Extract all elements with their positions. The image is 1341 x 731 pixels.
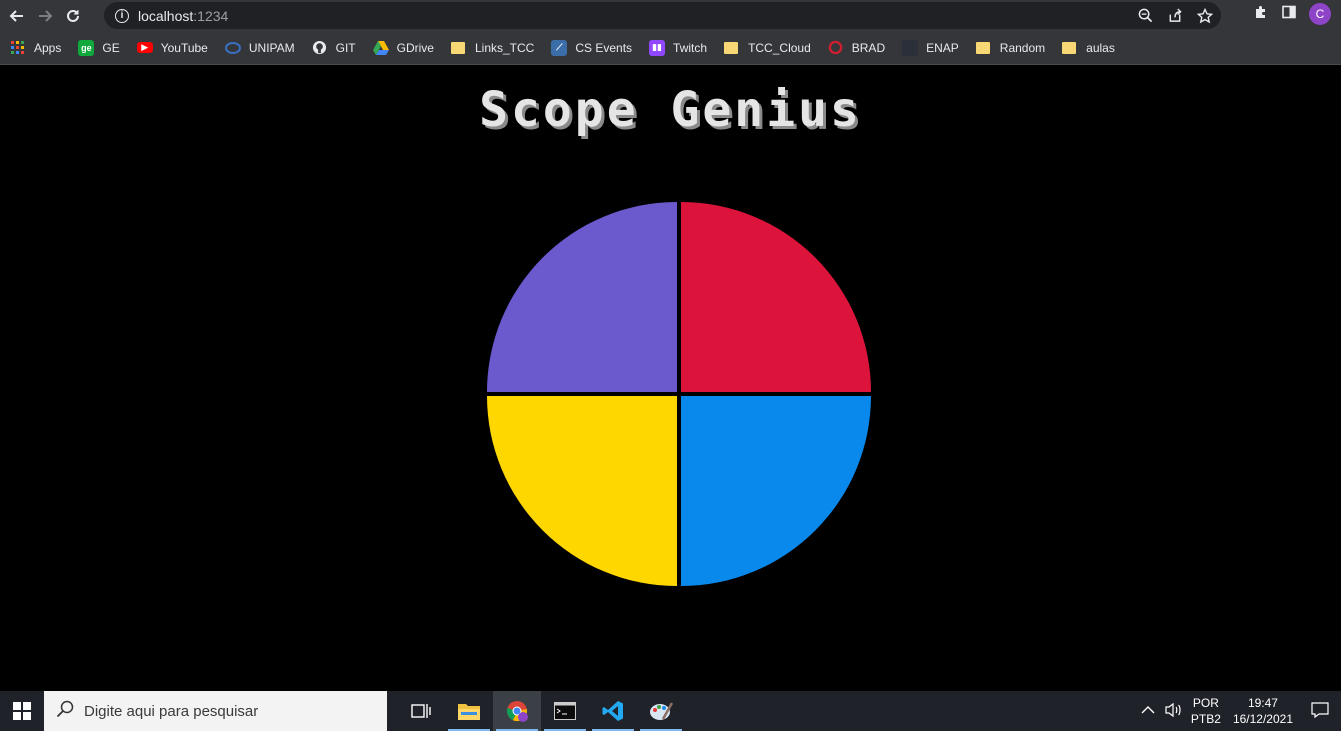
gdrive-icon: [372, 40, 389, 56]
back-icon[interactable]: [6, 5, 28, 27]
extensions-puzzle-icon[interactable]: [1253, 4, 1269, 25]
notifications-icon[interactable]: [1303, 701, 1337, 721]
bookmark-unipam[interactable]: UNIPAM: [224, 40, 295, 56]
chevron-up-icon[interactable]: [1141, 704, 1155, 718]
address-bar[interactable]: i localhost:1234: [104, 2, 1221, 29]
url-text: localhost:1234: [138, 7, 229, 24]
bookmark-ge[interactable]: ge GE: [78, 39, 120, 56]
folder-icon: [1062, 41, 1077, 54]
task-view-icon[interactable]: [397, 691, 445, 731]
game-page: Scope Genius: [0, 66, 1341, 691]
bookmark-random[interactable]: Random: [975, 41, 1045, 55]
language-indicator[interactable]: POR PTB2: [1191, 695, 1221, 727]
file-explorer-icon[interactable]: [445, 691, 493, 731]
taskbar-search-input[interactable]: Digite aqui para pesquisar: [44, 691, 387, 731]
apps-grid-icon: [10, 40, 26, 56]
chrome-icon[interactable]: [493, 691, 541, 731]
forward-icon[interactable]: [34, 5, 56, 27]
reload-icon[interactable]: [62, 5, 84, 27]
paint-icon[interactable]: [637, 691, 685, 731]
quadrant-yellow[interactable]: [487, 396, 677, 586]
bookmarks-bar: Apps ge GE ▶ YouTube UNIPAM GIT GDrive L…: [0, 31, 1341, 65]
quadrant-purple[interactable]: [487, 202, 677, 392]
bookmark-brad[interactable]: BRAD: [828, 40, 885, 56]
folder-icon: [975, 41, 990, 54]
bookmark-enap[interactable]: ENAP: [902, 39, 959, 56]
windows-start-icon[interactable]: [0, 691, 44, 731]
search-icon: [56, 700, 74, 722]
bookmark-apps[interactable]: Apps: [10, 40, 61, 56]
side-panel-icon[interactable]: [1281, 4, 1297, 25]
bookmark-git[interactable]: GIT: [312, 40, 356, 56]
quadrant-blue[interactable]: [681, 396, 871, 586]
bookmark-twitch[interactable]: ▮▮ Twitch: [649, 39, 707, 56]
terminal-icon[interactable]: [541, 691, 589, 731]
ge-icon: ge: [78, 39, 95, 56]
bookmark-aulas[interactable]: aulas: [1062, 41, 1115, 55]
youtube-icon: ▶: [136, 42, 153, 53]
cs-events-icon: ⟋: [551, 39, 568, 56]
genius-board: [486, 201, 872, 587]
folder-icon: [724, 41, 739, 54]
page-title: Scope Genius: [479, 82, 862, 138]
clock[interactable]: 19:47 16/12/2021: [1233, 695, 1293, 727]
bookmark-tcc-cloud[interactable]: TCC_Cloud: [724, 41, 811, 55]
bookmark-star-icon[interactable]: [1197, 7, 1213, 24]
site-info-icon[interactable]: i: [115, 8, 129, 23]
volume-icon[interactable]: [1165, 702, 1183, 721]
taskbar: Digite aqui para pesquisar POR PTB2 19:4…: [0, 691, 1341, 731]
enap-icon: [902, 39, 919, 56]
browser-toolbar: i localhost:1234 C: [0, 0, 1341, 31]
zoom-icon[interactable]: [1138, 8, 1153, 23]
bookmark-youtube[interactable]: ▶ YouTube: [136, 41, 208, 55]
share-icon[interactable]: [1167, 8, 1183, 23]
quadrant-red[interactable]: [681, 202, 871, 392]
bookmark-gdrive[interactable]: GDrive: [372, 40, 434, 56]
bookmark-links-tcc[interactable]: Links_TCC: [450, 41, 534, 55]
profile-avatar[interactable]: C: [1309, 3, 1331, 25]
folder-icon: [450, 41, 465, 54]
unipam-icon: [224, 40, 241, 56]
twitch-icon: ▮▮: [649, 39, 666, 56]
github-icon: [312, 40, 328, 56]
vscode-icon[interactable]: [589, 691, 637, 731]
bookmark-cs-events[interactable]: ⟋ CS Events: [551, 39, 632, 56]
system-tray: POR PTB2 19:47 16/12/2021: [1141, 691, 1341, 731]
brad-icon: [828, 40, 844, 56]
